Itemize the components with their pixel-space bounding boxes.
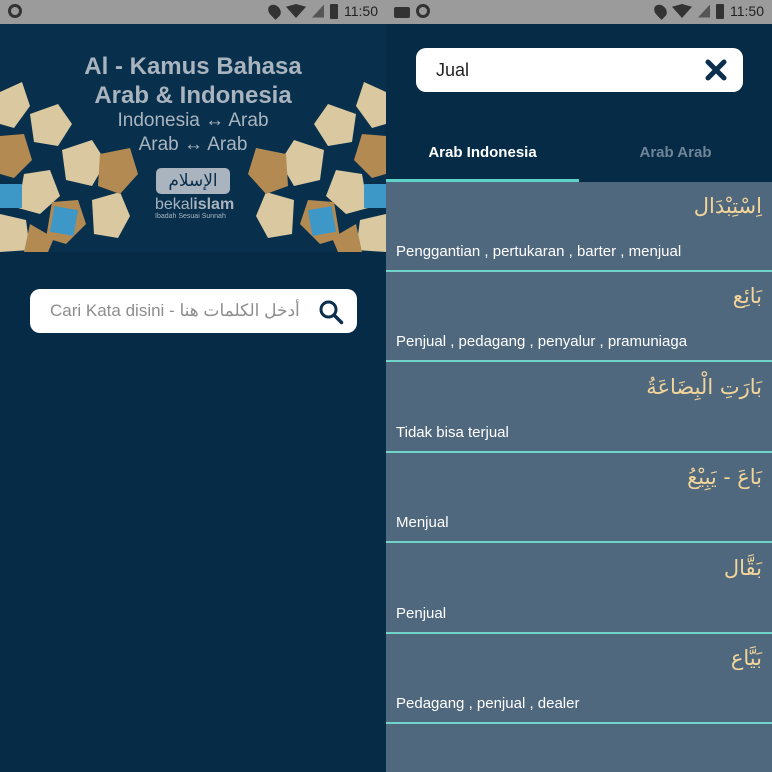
status-bar: 11:50 <box>0 0 386 24</box>
keyboard-icon <box>394 6 410 18</box>
location-icon <box>651 2 670 20</box>
app-title: Al - Kamus Bahasa Arab & Indonesia <box>0 52 386 110</box>
close-icon[interactable] <box>705 59 727 81</box>
battery-icon <box>330 3 338 19</box>
header-banner: Al - Kamus Bahasa Arab & Indonesia Indon… <box>0 24 386 252</box>
list-item[interactable]: بَيَّاع Pedagang , penjual , dealer <box>386 634 772 724</box>
meaning-text: Pedagang , penjual , dealer <box>396 695 580 712</box>
list-item[interactable]: بَاعَ - يَبِيْعُ Menjual <box>386 453 772 543</box>
results-list[interactable]: اِسْتِبْدَال Penggantian , pertukaran , … <box>386 182 772 772</box>
notification-icon <box>8 4 22 18</box>
arabic-word: بَيَّاع <box>730 646 762 670</box>
wifi-icon <box>672 4 692 18</box>
logo-word-bold: islam <box>193 196 235 213</box>
results-screen: 11:50 Jual Arab Indonesia Arab Arab اِسْ… <box>386 0 772 772</box>
arabic-word: بَقَّال <box>723 556 762 580</box>
logo-wordmark: bekalislam <box>155 196 245 214</box>
battery-icon <box>716 3 724 19</box>
list-item[interactable]: بَقَّال Penjual <box>386 544 772 634</box>
home-screen: 11:50 Al - Kamus Bahasa Arab & Indonesia… <box>0 0 386 772</box>
location-icon <box>265 2 284 20</box>
tab-arab-arab[interactable]: Arab Arab <box>579 124 772 182</box>
meaning-text: Penjual , pedagang , penyalur , pramunia… <box>396 333 688 350</box>
clock: 11:50 <box>730 3 764 19</box>
logo-word-prefix: bekal <box>155 196 194 213</box>
arabic-word: بَائِع <box>732 284 762 308</box>
arabic-word: بَاعَ - يَبِيْعُ <box>687 465 762 489</box>
logo-arabic: الإسلام <box>156 168 230 194</box>
meaning-text: Penggantian , pertukaran , barter , menj… <box>396 243 682 260</box>
clock: 11:50 <box>344 3 378 19</box>
notification-icon <box>416 4 430 18</box>
logo-tagline: Ibadah Sesuai Sunnah <box>155 213 226 220</box>
list-item[interactable]: بَائِع Penjual , pedagang , penyalur , p… <box>386 272 772 362</box>
arabic-word: اِسْتِبْدَال <box>693 194 762 218</box>
subtitle-line2: Arab ↔ Arab <box>138 134 248 155</box>
meaning-text: Penjual <box>396 605 447 622</box>
arabic-word: بَارَتِ الْبِضَاعَةُ <box>646 375 762 399</box>
signal-icon <box>312 4 324 18</box>
list-item[interactable]: اِسْتِبْدَال Penggantian , pertukaran , … <box>386 182 772 272</box>
signal-icon <box>698 4 710 18</box>
search-input[interactable]: Jual <box>416 48 743 92</box>
meaning-text: Menjual <box>396 514 449 531</box>
search-value: Jual <box>436 60 470 80</box>
app-title-line2: Arab & Indonesia <box>94 82 292 109</box>
subtitle-line1: Indonesia ↔ Arab <box>117 110 269 131</box>
search-input[interactable]: Cari Kata disini - أدخل الكلمات هنا <box>30 289 357 333</box>
meaning-text: Tidak bisa terjual <box>396 424 509 441</box>
wifi-icon <box>286 4 306 18</box>
tab-bar: Arab Indonesia Arab Arab <box>386 124 772 182</box>
tab-arab-indonesia[interactable]: Arab Indonesia <box>386 124 579 182</box>
app-title-line1: Al - Kamus Bahasa <box>84 53 302 80</box>
list-item[interactable]: بَارَتِ الْبِضَاعَةُ Tidak bisa terjual <box>386 363 772 453</box>
search-placeholder: Cari Kata disini - أدخل الكلمات هنا <box>50 301 300 320</box>
search-icon[interactable] <box>318 299 344 325</box>
status-bar: 11:50 <box>386 0 772 24</box>
